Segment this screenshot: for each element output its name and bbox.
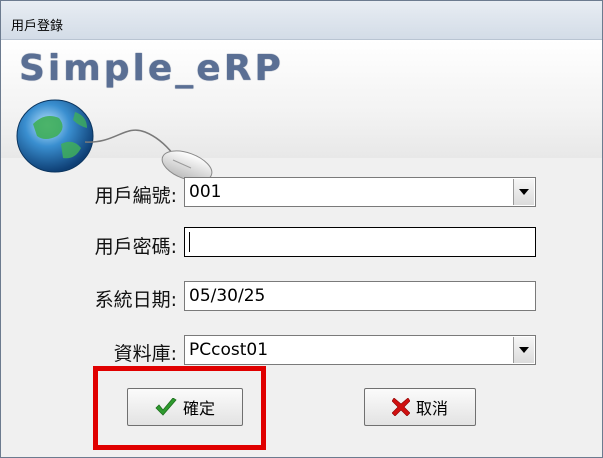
system-date-label: 系統日期: xyxy=(94,289,177,311)
cancel-button[interactable]: 取消 xyxy=(364,388,476,426)
database-dropdown-button[interactable] xyxy=(513,337,534,363)
user-id-label: 用戶編號: xyxy=(94,185,177,207)
brand-banner: Simple_eRP xyxy=(1,40,602,182)
user-id-dropdown-button[interactable] xyxy=(513,179,534,205)
window-title: 用戶登錄 xyxy=(11,19,64,34)
password-label: 用戶密碼: xyxy=(94,236,177,258)
database-label: 資料庫: xyxy=(113,343,177,365)
system-date-value: 05/30/25 xyxy=(189,286,266,306)
chevron-down-icon xyxy=(519,347,529,353)
database-dropdown[interactable]: PCcost01 xyxy=(184,335,536,365)
text-caret xyxy=(189,232,190,252)
highlight-box xyxy=(93,366,266,450)
brand-logo-text: Simple_eRP xyxy=(19,48,284,89)
user-id-dropdown[interactable]: 001 xyxy=(184,177,536,207)
login-window: 用戶登錄 Simple_eRP 用戶編號: 001 用戶密碼: 系統日期: 05… xyxy=(0,0,603,458)
chevron-down-icon xyxy=(519,189,529,195)
x-icon xyxy=(391,398,410,416)
cancel-button-label: 取消 xyxy=(415,399,448,418)
password-input[interactable] xyxy=(184,227,536,257)
user-id-value: 001 xyxy=(189,182,222,202)
system-date-input[interactable]: 05/30/25 xyxy=(184,281,536,311)
title-bar[interactable]: 用戶登錄 xyxy=(1,1,602,40)
database-value: PCcost01 xyxy=(189,340,269,360)
